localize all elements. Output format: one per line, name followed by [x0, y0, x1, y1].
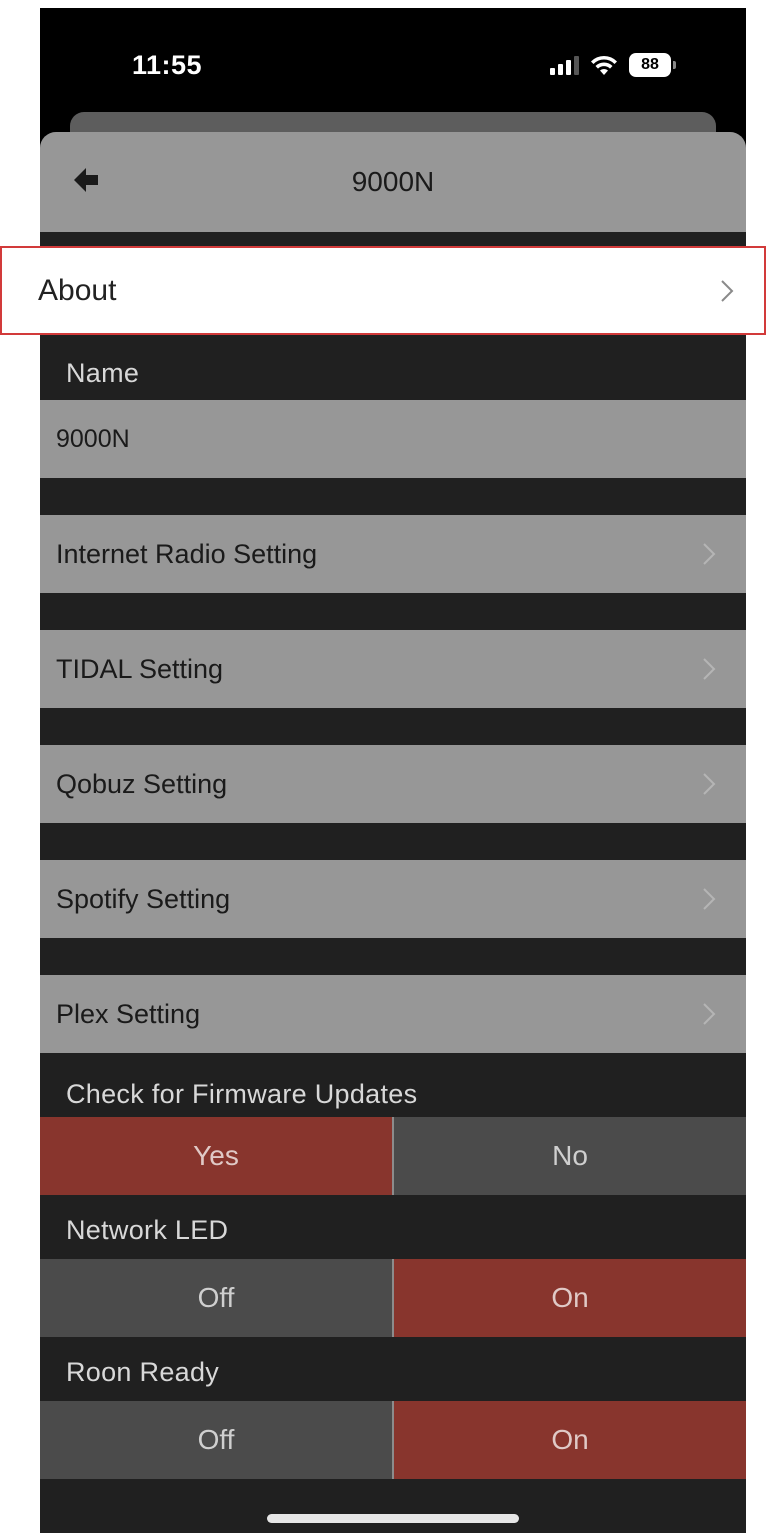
chevron-right-icon: [703, 773, 716, 795]
page-title: 9000N: [351, 166, 435, 197]
spotify-setting-row[interactable]: Spotify Setting: [40, 860, 746, 938]
status-icons: 88: [550, 50, 676, 80]
roon-ready-toggle: Off On: [40, 1401, 746, 1479]
roon-ready-label: Roon Ready: [66, 1357, 220, 1387]
qobuz-setting-row[interactable]: Qobuz Setting: [40, 745, 746, 823]
about-label: About: [38, 273, 117, 307]
firmware-updates-toggle: Yes No: [40, 1117, 746, 1195]
firmware-yes-option[interactable]: Yes: [40, 1117, 392, 1195]
chevron-right-icon: [721, 279, 734, 302]
chevron-right-icon: [703, 888, 716, 910]
chevron-right-icon: [703, 658, 716, 680]
cellular-signal-icon: [550, 55, 579, 75]
back-arrow-icon[interactable]: [74, 166, 98, 194]
name-section-label: Name: [66, 358, 140, 388]
row-label: Spotify Setting: [56, 883, 231, 914]
network-led-toggle: Off On: [40, 1259, 746, 1337]
phone-screen: 11:55 88 9000N Name 9000N Internet Radio…: [40, 8, 746, 1533]
header-bar: 9000N: [40, 132, 746, 232]
network-led-on-option[interactable]: On: [394, 1259, 746, 1337]
firmware-updates-label: Check for Firmware Updates: [66, 1079, 418, 1109]
wifi-icon: [591, 55, 617, 75]
chevron-right-icon: [703, 543, 716, 565]
home-indicator[interactable]: [267, 1514, 519, 1523]
network-led-label: Network LED: [66, 1215, 229, 1245]
settings-sheet: 9000N Name 9000N Internet Radio Setting …: [40, 132, 746, 1533]
row-label: TIDAL Setting: [56, 653, 224, 684]
plex-setting-row[interactable]: Plex Setting: [40, 975, 746, 1053]
chevron-right-icon: [703, 1003, 716, 1025]
internet-radio-setting-row[interactable]: Internet Radio Setting: [40, 515, 746, 593]
row-label: Internet Radio Setting: [56, 538, 318, 569]
roon-ready-on-option[interactable]: On: [394, 1401, 746, 1479]
row-label: Plex Setting: [56, 998, 201, 1029]
battery-icon: 88: [629, 53, 676, 77]
name-field[interactable]: 9000N: [40, 400, 746, 478]
firmware-no-option[interactable]: No: [394, 1117, 746, 1195]
about-row[interactable]: About: [0, 246, 766, 335]
status-time: 11:55: [132, 50, 203, 80]
row-label: Qobuz Setting: [56, 768, 228, 799]
roon-ready-off-option[interactable]: Off: [40, 1401, 392, 1479]
tidal-setting-row[interactable]: TIDAL Setting: [40, 630, 746, 708]
network-led-off-option[interactable]: Off: [40, 1259, 392, 1337]
